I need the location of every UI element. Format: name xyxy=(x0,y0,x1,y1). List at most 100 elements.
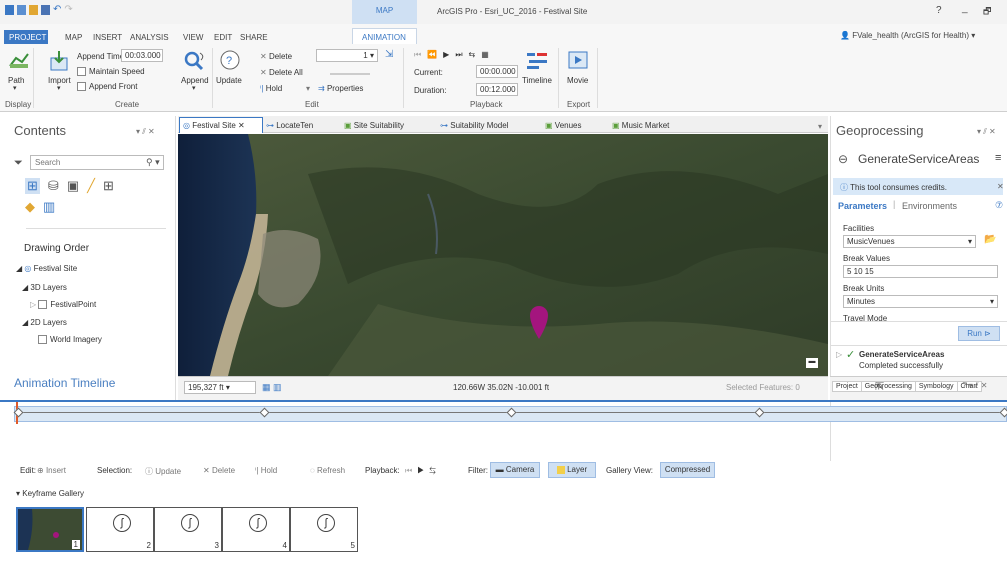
tree-item-festivalpoint[interactable]: ▷ FestivalPoint xyxy=(30,300,96,310)
close-icon[interactable]: ✕ xyxy=(238,121,245,130)
close-banner-icon[interactable]: ✕ xyxy=(997,182,1004,191)
break-values-input[interactable]: 5 10 15 xyxy=(843,265,998,278)
selected-features-count[interactable]: Selected Features: 0 xyxy=(726,383,800,392)
new-project-icon[interactable] xyxy=(17,5,26,15)
undo-icon[interactable]: ↶ xyxy=(53,5,61,15)
timeline-icon[interactable] xyxy=(525,50,551,72)
browse-folder-icon[interactable]: 📂 xyxy=(984,234,996,245)
tree-item-festival-site[interactable]: ◢ ◎ Festival Site xyxy=(16,264,77,273)
tab-insert[interactable]: INSERT xyxy=(93,33,122,42)
tab-map[interactable]: MAP xyxy=(65,33,82,42)
facilities-select[interactable]: MusicVenues ▾ xyxy=(843,235,976,248)
hold-button[interactable]: ⁱ| Hold xyxy=(260,84,282,93)
pane-tab-geoprocessing[interactable]: Geoprocessing xyxy=(861,382,916,391)
append-dropdown-icon[interactable]: ▾ xyxy=(192,84,196,92)
current-time-input[interactable]: 00:00.000 xyxy=(476,65,518,78)
redo-icon[interactable]: ↷ xyxy=(64,5,72,15)
keyframe-gallery-toggle[interactable]: ▾ Keyframe Gallery xyxy=(16,489,84,498)
collapse-arrow-icon[interactable]: ◢ xyxy=(22,318,28,327)
play-icon[interactable]: ▶ xyxy=(417,466,429,475)
path-icon[interactable] xyxy=(8,50,30,70)
tree-item-3d-layers[interactable]: ◢ 3D Layers xyxy=(22,283,67,292)
layer-visibility-checkbox[interactable] xyxy=(38,335,47,345)
back-icon[interactable]: ⊖ xyxy=(838,152,848,166)
contents-search-input[interactable] xyxy=(30,155,164,170)
menu-icon[interactable]: ≡ xyxy=(995,152,1001,164)
timeline-pane-options-icon[interactable]: ? ▾ ⫽ ✕ xyxy=(962,381,987,391)
search-icon[interactable]: ⚲ ▾ xyxy=(146,157,160,168)
tab-parameters[interactable]: Parameters xyxy=(838,201,887,211)
insert-button[interactable]: ⊕ Insert xyxy=(37,466,66,475)
help-button[interactable]: ? xyxy=(936,5,942,16)
collapse-arrow-icon[interactable]: ◢ xyxy=(22,283,28,292)
keyframe-card[interactable]: ʃ 3 xyxy=(154,507,222,552)
snapping-toggle-icon[interactable]: ▦ ▥ xyxy=(262,382,282,393)
tab-share[interactable]: SHARE xyxy=(240,33,268,42)
tab-analysis[interactable]: ANALYSIS xyxy=(130,33,169,42)
camera-filter-button[interactable]: ▬ Camera xyxy=(490,462,540,478)
map-tab-site-suitability[interactable]: ▣ Site Suitability xyxy=(344,121,404,130)
data-source-icon[interactable]: ⛁ xyxy=(48,178,59,194)
delete-all-button[interactable]: ✕ Delete All xyxy=(260,68,303,77)
append-front-checkbox[interactable]: Append Front xyxy=(77,82,137,92)
map-tab-suitability-model[interactable]: ⊶ Suitability Model xyxy=(440,121,508,130)
map-canvas[interactable]: ▬ xyxy=(178,134,828,376)
tab-overflow-icon[interactable]: ▾ xyxy=(818,122,822,131)
keyframe-slider[interactable] xyxy=(330,73,370,75)
keyframe-card[interactable]: ʃ 2 xyxy=(86,507,154,552)
minimize-button[interactable]: _ xyxy=(962,3,968,14)
user-account[interactable]: 👤 FVale_health (ArcGIS for Health) ▾ xyxy=(840,31,975,40)
tab-view[interactable]: VIEW xyxy=(183,33,203,42)
drawing-order-icon[interactable]: ⊞ xyxy=(25,178,40,194)
keyframe-selector[interactable]: 1 ▾ xyxy=(316,49,378,62)
filter-icon[interactable]: ⏷ xyxy=(14,157,23,170)
step-back-icon[interactable]: ⏪ xyxy=(427,50,443,59)
map-tab-music-market[interactable]: ▣ Music Market xyxy=(612,121,669,130)
collapse-arrow-icon[interactable]: ◢ xyxy=(16,264,22,273)
hold-keyframe-button[interactable]: ⁱ| Hold xyxy=(255,466,277,475)
expand-arrow-icon[interactable]: ▷ xyxy=(30,300,36,309)
append-time-input[interactable]: 00:03.000 xyxy=(121,49,163,62)
run-button[interactable]: Run ⊳ xyxy=(958,326,1000,341)
properties-button[interactable]: ⇉ Properties xyxy=(318,84,363,93)
duration-input[interactable]: 00:12.000 xyxy=(476,83,518,96)
play-icon[interactable]: ▶ xyxy=(443,50,455,59)
go-to-keyframe-icon[interactable]: ⇲ xyxy=(385,49,393,60)
pane-tab-symbology[interactable]: Symbology xyxy=(916,382,958,391)
update-keyframe-button[interactable]: ⓘ Update xyxy=(145,466,181,477)
path-dropdown-icon[interactable]: ▾ xyxy=(13,84,17,92)
calendar-icon[interactable]: ▦ xyxy=(481,50,495,59)
pane-tab-project[interactable]: Project xyxy=(833,382,862,391)
tree-item-world-imagery[interactable]: World Imagery xyxy=(38,335,102,345)
contents-pane-options-icon[interactable]: ▾ ⫽ ✕ xyxy=(136,127,155,137)
skip-end-icon[interactable]: ⏭ xyxy=(455,50,468,59)
open-project-icon[interactable] xyxy=(29,5,38,15)
restore-button[interactable]: 🗗 xyxy=(983,4,991,20)
selection-icon[interactable]: ▣ xyxy=(67,178,79,194)
save-icon[interactable] xyxy=(41,5,50,15)
help-icon[interactable]: ⑦ xyxy=(995,200,1003,211)
scale-selector[interactable]: 195,327 ft ▾ xyxy=(184,381,256,394)
editing-icon[interactable]: ╱ xyxy=(87,178,95,194)
snapping-icon[interactable]: ⊞ xyxy=(103,178,114,194)
keyframe-card[interactable]: ʃ 5 xyxy=(290,507,358,552)
tab-project[interactable]: PROJECT xyxy=(9,33,46,42)
labeling-icon[interactable]: ◆ xyxy=(25,199,35,215)
import-icon[interactable] xyxy=(48,50,70,72)
tab-animation[interactable]: ANIMATION xyxy=(362,33,406,42)
delete-button[interactable]: ✕ Delete xyxy=(260,52,292,61)
map-navigator-icon[interactable]: ▬ xyxy=(806,358,818,368)
charts-icon[interactable]: ▥ xyxy=(43,199,55,215)
delete-keyframe-button[interactable]: ✕ Delete xyxy=(203,466,235,475)
layer-visibility-checkbox[interactable] xyxy=(38,300,48,310)
loop-icon[interactable]: ⇆ xyxy=(429,466,440,475)
loop-icon[interactable]: ⇆ xyxy=(469,50,482,59)
layer-filter-button[interactable]: Layer xyxy=(548,462,596,478)
tab-edit[interactable]: EDIT xyxy=(214,33,232,42)
result-tool-name[interactable]: GenerateServiceAreas xyxy=(859,350,944,359)
map-pin-icon[interactable] xyxy=(528,304,550,340)
timeline-playback-controls[interactable]: ⏮▶⇆ xyxy=(405,466,441,476)
gp-pane-options-icon[interactable]: ▾ ⫽ ✕ xyxy=(977,127,996,137)
playback-controls[interactable]: ⏮⏪▶⏭⇆▦ xyxy=(414,50,495,60)
map-tab-locateten[interactable]: ⊶ LocateTen xyxy=(266,121,313,130)
